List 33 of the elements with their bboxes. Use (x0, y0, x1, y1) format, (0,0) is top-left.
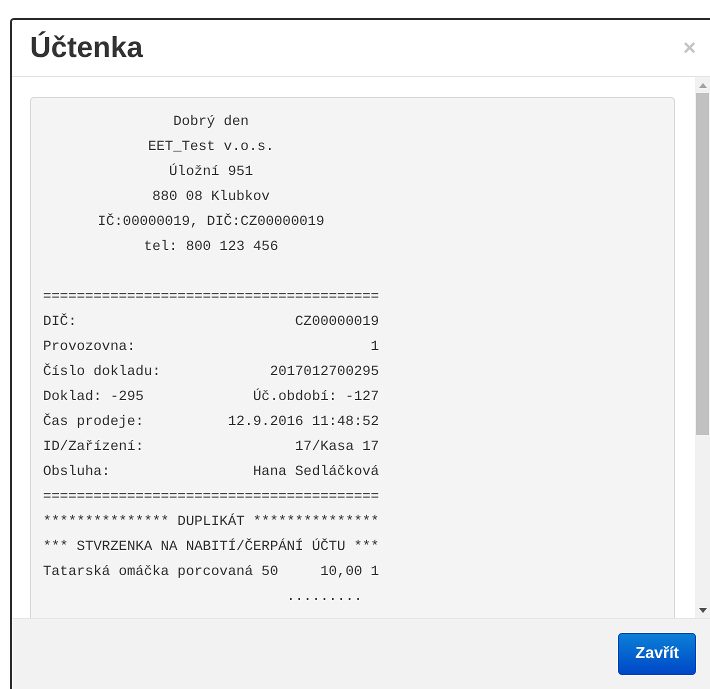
receipt-value: Úč.období: -127 (253, 387, 380, 407)
receipt-label: DIČ: (43, 312, 77, 332)
close-button[interactable]: Zavřít (618, 633, 696, 675)
receipt-label: Čas prodeje: (43, 412, 144, 432)
dialog-title: Účtenka (30, 30, 143, 66)
receipt-line: EET_Test v.o.s. (148, 138, 274, 157)
separator-line: ======================================== (43, 288, 380, 307)
dotted-line: ......... (286, 588, 362, 607)
scroll-up-icon[interactable] (698, 82, 706, 88)
receipt-label: Tatarská omáčka porcovaná 50 (43, 563, 278, 582)
scroll-thumb[interactable] (696, 93, 709, 435)
receipt-label: Obsluha: (43, 463, 110, 482)
receipt-value: Hana Sedláčková (253, 463, 380, 482)
receipt-line: *** STVRZENKA NA NABITÍ/ČERPÁNÍ ÚČTU *** (43, 537, 380, 557)
receipt-label: ID/Zařízení: (43, 438, 144, 457)
receipt-line: tel: 800 123 456 (144, 238, 278, 257)
receipt-value: 12.9.2016 11:48:52 (228, 413, 380, 432)
receipt-value: 2017012700295 (270, 363, 380, 382)
receipt-label: Číslo dokladu: (43, 362, 161, 382)
receipt-value: CZ00000019 (295, 313, 380, 332)
scrollbar[interactable] (695, 77, 710, 618)
receipt-line: IČ:00000019, DIČ:CZ00000019 (98, 212, 324, 232)
receipt-label: Doklad: -295 (43, 388, 144, 407)
receipt-line: Dobrý den (173, 113, 249, 132)
receipt-label: Provozovna: (43, 338, 136, 357)
receipt-line: 880 08 Klubkov (152, 188, 270, 207)
scroll-down-icon[interactable] (698, 608, 706, 612)
receipt-line: *************** DUPLIKÁT *************** (43, 512, 380, 532)
receipt-value: 17/Kasa 17 (295, 438, 380, 457)
receipt-line: Úložní 951 (169, 162, 254, 182)
receipt-value: 1 (370, 338, 380, 357)
separator-line: ======================================== (43, 488, 380, 507)
receipt-value: 10,00 1 (320, 563, 380, 582)
